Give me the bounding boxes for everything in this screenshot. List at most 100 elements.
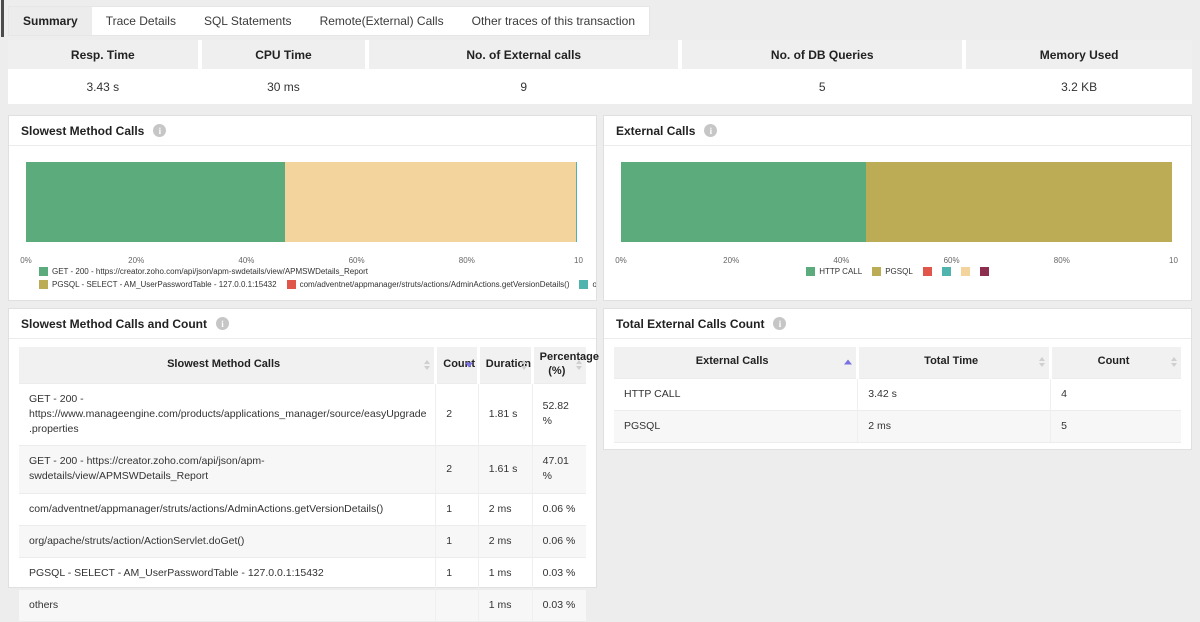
- legend-item-blank[interactable]: [980, 267, 989, 276]
- table-row[interactable]: com/adventnet/appmanager/struts/actions/…: [19, 493, 586, 525]
- column-header-count[interactable]: Count: [1051, 347, 1181, 378]
- legend-swatch: [942, 267, 951, 276]
- table-cell: 2: [436, 446, 479, 493]
- stacked-bar-chart: 0%20%40%60%80%100% GET - 200 - https://c…: [9, 146, 596, 299]
- total-external-calls-table: External CallsTotal TimeCount HTTP CALL3…: [614, 347, 1181, 443]
- x-axis-ticks: 0%20%40%60%80%100%: [621, 256, 1172, 267]
- table-cell: 2 ms: [478, 525, 532, 557]
- table-row[interactable]: PGSQL2 ms5: [614, 410, 1181, 442]
- panel-header: Total External Calls Count i: [604, 309, 1191, 339]
- legend-item-pgsql[interactable]: PGSQL: [872, 267, 913, 276]
- column-header-count[interactable]: Count: [436, 347, 479, 383]
- stat-label: Resp. Time: [8, 40, 198, 69]
- chart-legend: HTTP CALL PGSQL: [604, 267, 1191, 280]
- page-left-edge: [1, 0, 4, 37]
- stacked-bar: [621, 162, 1172, 242]
- x-tick-label: 60%: [349, 256, 365, 265]
- panel-total-external-calls-count: Total External Calls Count i External Ca…: [603, 308, 1192, 450]
- legend-swatch: [872, 267, 881, 276]
- column-header-total-time[interactable]: Total Time: [858, 347, 1051, 378]
- legend-label: HTTP CALL: [819, 267, 862, 276]
- legend-item-get-200-https-creator-zoho-com-api-json-[interactable]: GET - 200 - https://creator.zoho.com/api…: [39, 267, 368, 276]
- bar-segment-get-200-https-www-manageengine-com-produ[interactable]: [285, 162, 576, 242]
- panel-header: Slowest Method Calls and Count i: [9, 309, 596, 339]
- column-header-duration[interactable]: Duration: [478, 347, 532, 383]
- legend-item-blank[interactable]: [942, 267, 951, 276]
- stat-column-no-of-db-queries: No. of DB Queries5: [682, 40, 962, 104]
- x-tick-label: 40%: [238, 256, 254, 265]
- legend-item-pgsql-select-am-userpasswordtable-127-0-[interactable]: PGSQL - SELECT - AM_UserPasswordTable - …: [39, 280, 277, 289]
- panel-slowest-method-calls-and-count: Slowest Method Calls and Count i Slowest…: [8, 308, 597, 588]
- table-cell: 5: [1051, 410, 1181, 442]
- info-icon[interactable]: i: [773, 317, 786, 330]
- sort-icon[interactable]: [1171, 357, 1177, 367]
- table-cell: 2 ms: [478, 493, 532, 525]
- table-cell: 3.42 s: [858, 378, 1051, 410]
- stat-value: 5: [682, 69, 962, 104]
- stat-label: No. of External calls: [369, 40, 678, 69]
- x-tick-label: 60%: [944, 256, 960, 265]
- table-cell: 1 ms: [478, 558, 532, 590]
- x-tick-label: 20%: [128, 256, 144, 265]
- stat-column-no-of-external-calls: No. of External calls9: [369, 40, 678, 104]
- stacked-bar-chart: 0%20%40%60%80%100% HTTP CALLPGSQL: [604, 146, 1191, 299]
- slowest-method-calls-table: Slowest Method CallsCountDurationPercent…: [19, 347, 586, 622]
- sort-desc-icon[interactable]: [465, 362, 473, 367]
- table-row[interactable]: HTTP CALL3.42 s4: [614, 378, 1181, 410]
- table-row[interactable]: org/apache/struts/action/ActionServlet.d…: [19, 525, 586, 557]
- bar-segment-pgsql[interactable]: [866, 162, 1172, 242]
- table-header-row: External CallsTotal TimeCount: [614, 347, 1181, 378]
- bar-segment-get-200-https-creator-zoho-com-api-json-[interactable]: [26, 162, 285, 242]
- bar-segment-http-call[interactable]: [621, 162, 866, 242]
- legend-item-blank[interactable]: [961, 267, 970, 276]
- tab-trace-details[interactable]: Trace Details: [92, 7, 190, 35]
- legend-row: GET - 200 - https://creator.zoho.com/api…: [9, 267, 596, 276]
- info-icon[interactable]: i: [216, 317, 229, 330]
- legend-item-others[interactable]: others: [579, 280, 596, 289]
- table-cell: 0.03 %: [532, 590, 586, 622]
- column-header-percentage[interactable]: Percentage (%): [532, 347, 586, 383]
- panel-slowest-method-calls: Slowest Method Calls i 0%20%40%60%80%100…: [8, 115, 597, 301]
- table-row[interactable]: GET - 200 - https://creator.zoho.com/api…: [19, 446, 586, 493]
- legend-item-blank[interactable]: [923, 267, 932, 276]
- table-row[interactable]: GET - 200 - https://www.manageengine.com…: [19, 383, 586, 446]
- table-cell: 0.03 %: [532, 558, 586, 590]
- sort-icon[interactable]: [521, 360, 527, 370]
- panel-title: Total External Calls Count: [616, 317, 764, 331]
- tab-remote-external-calls[interactable]: Remote(External) Calls: [306, 7, 458, 35]
- stat-value: 30 ms: [202, 69, 366, 104]
- table-cell: 1 ms: [478, 590, 532, 622]
- table-cell: com/adventnet/appmanager/struts/actions/…: [19, 493, 436, 525]
- column-header-slowest-method-calls[interactable]: Slowest Method Calls: [19, 347, 436, 383]
- tab-sql-statements[interactable]: SQL Statements: [190, 7, 306, 35]
- legend-item-com-adventnet-appmanager-struts-actions-[interactable]: com/adventnet/appmanager/struts/actions/…: [287, 280, 570, 289]
- table-cell: 0.06 %: [532, 493, 586, 525]
- legend-swatch: [806, 267, 815, 276]
- tab-summary[interactable]: Summary: [9, 7, 92, 35]
- table-cell: PGSQL: [614, 410, 858, 442]
- bar-segment-others[interactable]: [576, 162, 577, 242]
- table-cell: GET - 200 - https://www.manageengine.com…: [19, 383, 436, 446]
- sort-asc-icon[interactable]: [844, 360, 852, 365]
- sort-icon[interactable]: [424, 360, 430, 370]
- column-header-external-calls[interactable]: External Calls: [614, 347, 858, 378]
- table-cell: 1: [436, 558, 479, 590]
- legend-item-http-call[interactable]: HTTP CALL: [806, 267, 862, 276]
- table-row[interactable]: PGSQL - SELECT - AM_UserPasswordTable - …: [19, 558, 586, 590]
- sort-icon[interactable]: [1039, 357, 1045, 367]
- info-icon[interactable]: i: [704, 124, 717, 137]
- table-cell: 1: [436, 493, 479, 525]
- table-cell: org/apache/struts/action/ActionServlet.d…: [19, 525, 436, 557]
- stat-column-cpu-time: CPU Time30 ms: [202, 40, 366, 104]
- tab-other-traces-of-this-transaction[interactable]: Other traces of this transaction: [458, 7, 649, 35]
- table-cell: 1.81 s: [478, 383, 532, 446]
- sort-icon[interactable]: [576, 360, 582, 370]
- panel-external-calls: External Calls i 0%20%40%60%80%100% HTTP…: [603, 115, 1192, 301]
- legend-label: PGSQL - SELECT - AM_UserPasswordTable - …: [52, 280, 277, 289]
- table-row[interactable]: others1 ms0.03 %: [19, 590, 586, 622]
- info-icon[interactable]: i: [153, 124, 166, 137]
- panel-title: Slowest Method Calls: [21, 124, 144, 138]
- x-tick-label: 0%: [615, 256, 627, 265]
- x-tick-label: 40%: [833, 256, 849, 265]
- table-cell: HTTP CALL: [614, 378, 858, 410]
